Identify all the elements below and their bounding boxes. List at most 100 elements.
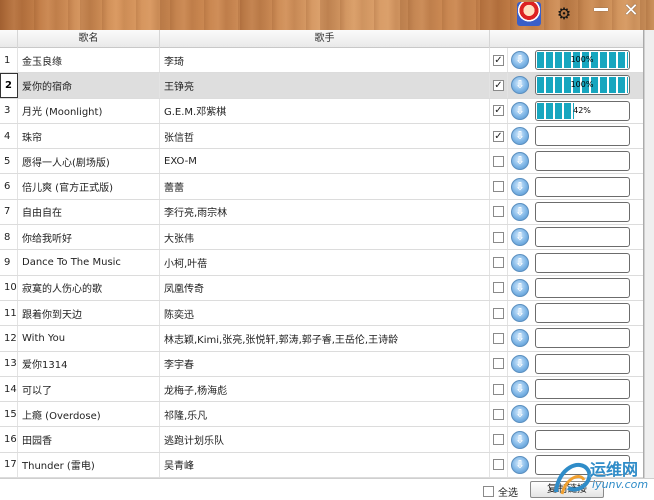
download-icon[interactable]: ⇩ xyxy=(511,202,529,221)
download-cell: ⇩ xyxy=(508,326,532,350)
gear-icon[interactable]: ⚙ xyxy=(556,6,572,22)
row-checkbox[interactable]: ✓ xyxy=(493,54,504,66)
row-index: 17 xyxy=(0,452,18,478)
download-icon[interactable]: ⇩ xyxy=(511,304,529,323)
row-checkbox[interactable]: ✓ xyxy=(493,130,504,142)
table-row[interactable]: 1 金玉良缘 李琦 ✓ ⇩ 100% xyxy=(0,48,643,74)
table-row[interactable]: 10 寂寞的人伤心的歌 凤凰传奇 ⇩ xyxy=(0,275,643,301)
row-checkbox[interactable]: ✓ xyxy=(493,105,504,117)
download-cell: ⇩ xyxy=(508,73,532,97)
download-icon[interactable]: ⇩ xyxy=(511,51,529,70)
select-cell xyxy=(490,402,508,427)
select-all-checkbox[interactable] xyxy=(483,486,494,497)
download-icon[interactable]: ⇩ xyxy=(511,152,529,171)
song-title: Dance To The Music xyxy=(18,250,160,275)
table-row[interactable]: 2 爱你的宿命 王铮亮 ✓ ⇩ 100% xyxy=(0,73,643,99)
row-checkbox[interactable] xyxy=(493,231,504,243)
row-index: 11 xyxy=(0,300,18,326)
select-all[interactable]: 全选 xyxy=(483,484,518,499)
download-progress-bar xyxy=(534,277,630,298)
download-cell: ⇩ xyxy=(508,352,532,376)
row-checkbox[interactable] xyxy=(493,383,504,395)
select-cell xyxy=(490,326,508,351)
download-cell: ⇩ xyxy=(508,301,532,325)
table-row[interactable]: 15 上瘾 (Overdose) 祁隆,乐凡 ⇩ xyxy=(0,402,643,428)
progress-text xyxy=(536,380,629,398)
song-artist: 李琦 xyxy=(160,48,490,73)
download-icon[interactable]: ⇩ xyxy=(511,76,529,95)
row-index: 1 xyxy=(0,48,18,73)
progress-cell xyxy=(532,326,632,350)
download-icon[interactable]: ⇩ xyxy=(511,380,529,398)
table-row[interactable]: 4 珠帘 张信哲 ✓ ⇩ xyxy=(0,123,643,150)
song-title: Thunder (雷电) xyxy=(18,452,160,478)
download-icon[interactable]: ⇩ xyxy=(511,101,529,120)
copy-link-button[interactable]: 复制链接 xyxy=(530,481,604,498)
song-artist: 张信哲 xyxy=(160,123,490,149)
download-icon[interactable]: ⇩ xyxy=(511,329,529,348)
progress-cell xyxy=(532,200,632,224)
select-cell xyxy=(490,149,508,174)
table-row[interactable]: 3 月光 (Moonlight) G.E.M.邓紫棋 ✓ ⇩ 42% xyxy=(0,98,643,124)
row-checkbox[interactable]: ✓ xyxy=(493,79,504,91)
row-checkbox[interactable] xyxy=(493,181,504,193)
table-row[interactable]: 8 你给我听好 大张伟 ⇩ xyxy=(0,225,643,251)
download-cell: ⇩ xyxy=(508,427,532,451)
header-artist[interactable]: 歌手 xyxy=(160,30,490,48)
table-header: 歌名 歌手 xyxy=(0,30,643,48)
row-checkbox[interactable] xyxy=(493,307,504,319)
download-progress-bar xyxy=(534,227,630,248)
song-title: 可以了 xyxy=(18,376,160,402)
select-cell xyxy=(490,275,508,300)
table-row[interactable]: 14 可以了 龙梅子,杨海彪 ⇩ xyxy=(0,376,643,403)
progress-cell xyxy=(532,301,632,325)
row-checkbox[interactable] xyxy=(493,459,504,471)
table-row[interactable]: 13 爱你1314 李宇春 ⇩ xyxy=(0,351,643,377)
select-cell xyxy=(490,376,508,402)
download-icon[interactable]: ⇩ xyxy=(511,455,529,474)
song-title: 珠帘 xyxy=(18,123,160,149)
table-row[interactable]: 5 愿得一人心(剧场版) EXO-M ⇩ xyxy=(0,149,643,175)
row-checkbox[interactable] xyxy=(493,282,504,294)
table-row[interactable]: 6 倍儿爽 (官方正式版) 蕾蕾 ⇩ xyxy=(0,174,643,200)
table-row[interactable]: 9 Dance To The Music 小柯,叶蓓 ⇩ xyxy=(0,250,643,276)
minimize-button[interactable] xyxy=(594,8,608,11)
download-icon[interactable]: ⇩ xyxy=(511,430,529,449)
download-icon[interactable]: ⇩ xyxy=(511,354,529,373)
download-icon[interactable]: ⇩ xyxy=(511,177,529,196)
progress-cell xyxy=(532,453,632,477)
header-title[interactable]: 歌名 xyxy=(18,30,160,48)
table-row[interactable]: 16 田园香 逃跑计划乐队 ⇩ xyxy=(0,427,643,453)
row-checkbox[interactable] xyxy=(493,206,504,218)
download-icon[interactable]: ⇩ xyxy=(511,278,529,297)
song-title: 自由自在 xyxy=(18,199,160,225)
table-body: 1 金玉良缘 李琦 ✓ ⇩ 100% 2 爱你的宿命 王铮亮 ✓ ⇩ 100% 3 月光 (Moonlig… xyxy=(0,48,643,478)
table-row[interactable]: 17 Thunder (雷电) 吴青峰 ⇩ xyxy=(0,452,643,478)
progress-text xyxy=(536,254,629,272)
song-title: 爱你1314 xyxy=(18,351,160,376)
vertical-scrollbar[interactable] xyxy=(644,30,654,478)
progress-cell: 42% xyxy=(532,99,632,123)
row-checkbox[interactable] xyxy=(493,434,504,446)
user-avatar[interactable] xyxy=(517,2,541,26)
row-checkbox[interactable] xyxy=(493,358,504,370)
progress-cell xyxy=(532,149,632,173)
close-button[interactable]: ✕ xyxy=(622,2,640,20)
download-icon[interactable]: ⇩ xyxy=(511,405,529,424)
row-index: 10 xyxy=(0,275,18,300)
table-row[interactable]: 7 自由自在 李行亮,雨宗林 ⇩ xyxy=(0,199,643,226)
progress-text xyxy=(536,178,629,196)
song-artist: 祁隆,乐凡 xyxy=(160,402,490,427)
download-icon[interactable]: ⇩ xyxy=(511,127,529,146)
row-checkbox[interactable] xyxy=(493,332,504,344)
download-icon[interactable]: ⇩ xyxy=(511,253,529,272)
row-checkbox[interactable] xyxy=(493,257,504,269)
row-checkbox[interactable] xyxy=(493,155,504,167)
download-icon[interactable]: ⇩ xyxy=(511,228,529,247)
download-progress-bar xyxy=(534,303,630,324)
table-row[interactable]: 12 With You 林志颖,Kimi,张亮,张悦轩,郭涛,郭子睿,王岳伦,王诗龄… xyxy=(0,326,643,352)
row-index: 2 xyxy=(0,73,18,98)
table-row[interactable]: 11 跟着你到天边 陈奕迅 ⇩ xyxy=(0,300,643,327)
title-bar: ⚙ ✕ xyxy=(0,0,654,30)
row-checkbox[interactable] xyxy=(493,408,504,420)
